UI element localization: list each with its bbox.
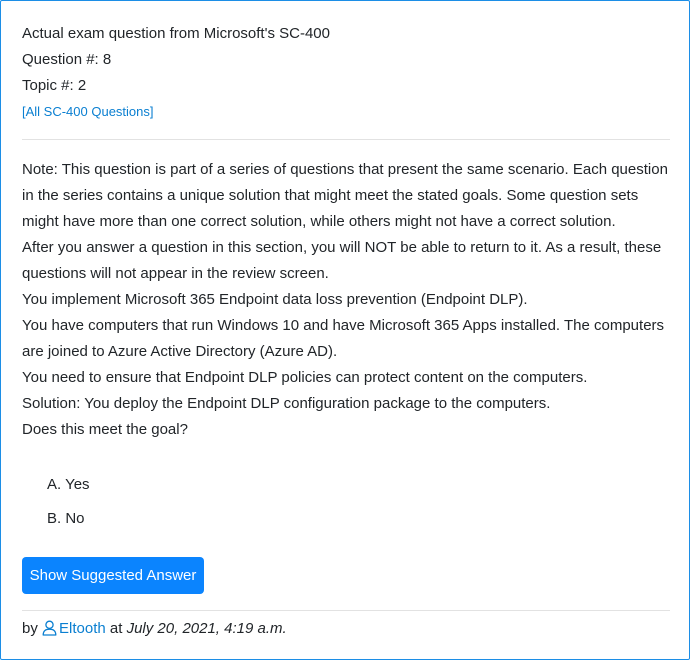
user-icon: [42, 620, 57, 644]
by-label: by: [22, 620, 38, 637]
question-header: Actual exam question from Microsoft's SC…: [22, 21, 330, 125]
question-paragraph: You implement Microsoft 365 Endpoint dat…: [22, 291, 528, 308]
question-paragraph: Solution: You deploy the Endpoint DLP co…: [22, 395, 551, 412]
show-suggested-answer-button[interactable]: Show Suggested Answer: [22, 557, 204, 594]
all-questions-link[interactable]: [All SC-400 Questions]: [22, 99, 330, 125]
question-card: Actual exam question from Microsoft's SC…: [0, 0, 690, 660]
footer-divider: [22, 610, 670, 611]
question-number: Question #: 8: [22, 51, 112, 68]
author-name: Eltooth: [59, 620, 106, 637]
answer-choices: A. Yes B. No: [47, 472, 90, 540]
choice-b[interactable]: B. No: [47, 506, 90, 540]
at-label: at: [109, 620, 123, 637]
question-paragraph: Note: This question is part of a series …: [22, 161, 668, 230]
choice-a[interactable]: A. Yes: [47, 472, 90, 506]
question-paragraph: After you answer a question in this sect…: [22, 239, 662, 282]
author-link[interactable]: Eltooth: [42, 620, 110, 637]
exam-title: Actual exam question from Microsoft's SC…: [22, 25, 330, 42]
header-divider: [22, 139, 670, 140]
question-paragraph: You need to ensure that Endpoint DLP pol…: [22, 369, 588, 386]
question-body: Note: This question is part of a series …: [22, 157, 672, 443]
topic-number: Topic #: 2: [22, 77, 87, 94]
question-paragraph: Does this meet the goal?: [22, 421, 188, 438]
post-meta: by Eltooth at July 20, 2021, 4:19 a.m.: [22, 617, 287, 644]
question-paragraph: You have computers that run Windows 10 a…: [22, 317, 665, 360]
post-date: July 20, 2021, 4:19 a.m.: [126, 620, 287, 637]
